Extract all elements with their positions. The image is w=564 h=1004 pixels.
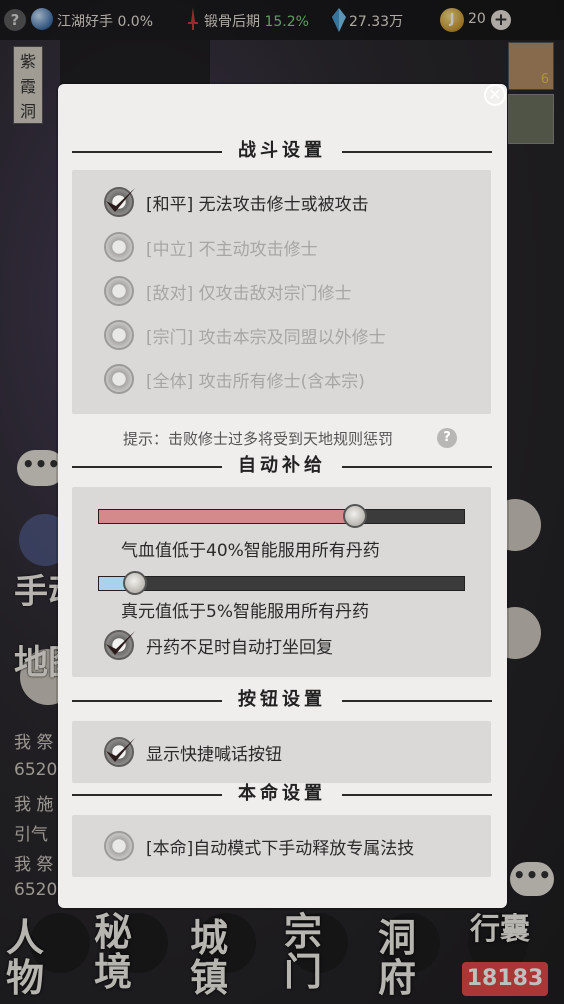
mp-threshold-label: 真元值低于5%智能服用所有丹药 [121, 602, 369, 622]
radio-unchecked[interactable] [104, 364, 134, 394]
mp-slider-knob[interactable] [122, 571, 147, 595]
battle-settings-title: 战斗设置 [72, 140, 492, 162]
battle-option-all[interactable]: [全体] 攻击所有修士(含本宗) [104, 364, 365, 394]
help-icon[interactable]: ? [437, 428, 457, 448]
hp-threshold-label: 气血值低于40%智能服用所有丹药 [121, 541, 380, 561]
radio-checked[interactable] [104, 187, 135, 217]
check-icon [106, 738, 135, 762]
battle-hint: 提示：击败修士过多将受到天地规则惩罚 [123, 430, 394, 448]
auto-supply-title: 自动补给 [72, 455, 492, 477]
check-icon [106, 188, 135, 212]
checkbox-checked[interactable] [104, 737, 135, 767]
manual-skill-option[interactable]: [本命]自动模式下手动释放专属法技 [104, 831, 414, 861]
natal-settings-title: 本命设置 [72, 783, 492, 805]
battle-option-sect[interactable]: [宗门] 攻击本宗及同盟以外修士 [104, 320, 386, 350]
battle-option-neutral[interactable]: [中立] 不主动攻击修士 [104, 232, 318, 262]
checkbox-unchecked[interactable] [104, 831, 134, 861]
mp-threshold-slider[interactable] [98, 576, 465, 591]
quick-chat-option[interactable]: 显示快捷喊话按钮 [104, 737, 282, 767]
auto-meditate-option[interactable]: 丹药不足时自动打坐回复 [104, 630, 333, 660]
hp-slider-fill [99, 510, 355, 523]
battle-option-peace[interactable]: [和平] 无法攻击修士或被攻击 [104, 187, 369, 217]
close-icon[interactable]: ✕ [484, 84, 506, 106]
hp-slider-knob[interactable] [342, 504, 367, 528]
radio-unchecked[interactable] [104, 320, 134, 350]
battle-option-hostile[interactable]: [敌对] 仅攻击敌对宗门修士 [104, 276, 352, 306]
check-icon [106, 631, 135, 655]
button-settings-title: 按钮设置 [72, 689, 492, 711]
checkbox-checked[interactable] [104, 630, 135, 660]
hp-threshold-slider[interactable] [98, 509, 465, 524]
radio-unchecked[interactable] [104, 276, 134, 306]
radio-unchecked[interactable] [104, 232, 134, 262]
